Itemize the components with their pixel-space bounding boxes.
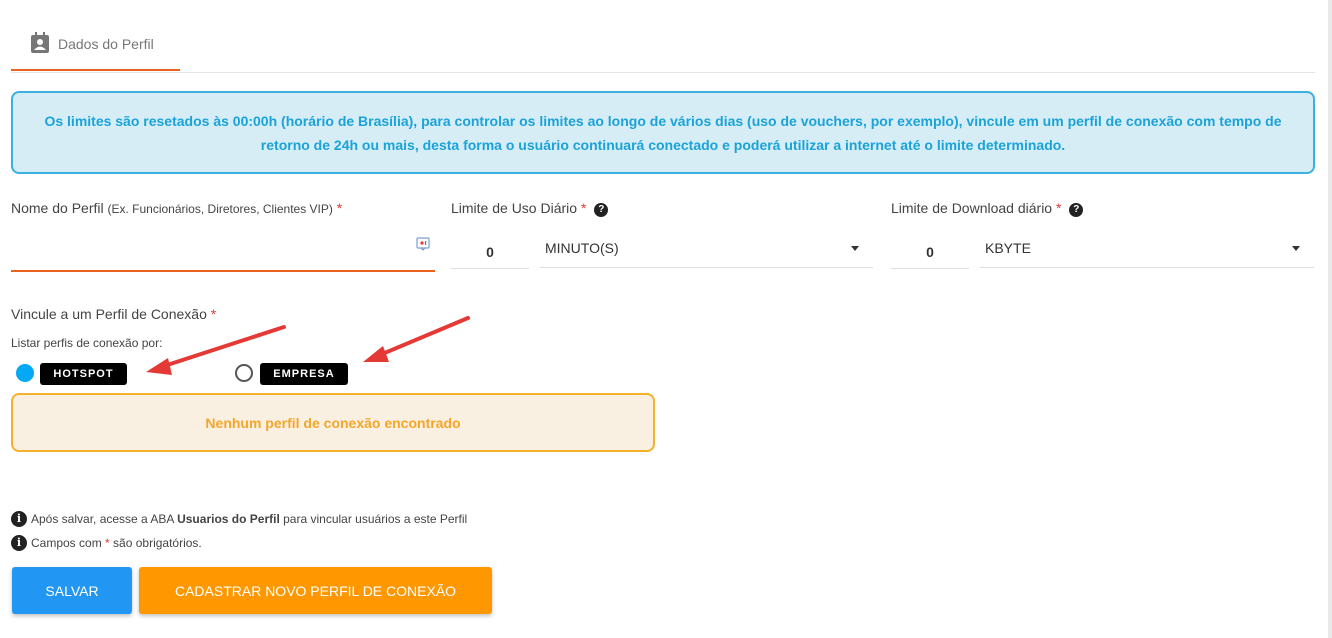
info-alert-text: Os limites são resetados às 00:00h (horá… bbox=[44, 112, 1282, 153]
daily-download-unit-select[interactable]: KBYTE bbox=[980, 234, 1314, 268]
info-icon: i bbox=[11, 535, 27, 551]
daily-download-unit-value: KBYTE bbox=[985, 240, 1031, 256]
required-marker: * bbox=[1055, 200, 1062, 216]
daily-download-input[interactable] bbox=[891, 235, 969, 269]
daily-download-label: Limite de Download diário * ? bbox=[891, 200, 1084, 217]
daily-usage-label: Limite de Uso Diário * ? bbox=[451, 200, 609, 217]
tab-profile-data[interactable]: Dados do Perfil bbox=[11, 24, 180, 71]
note-text: Após salvar, acesse a ABA bbox=[31, 512, 178, 526]
autofill-icon[interactable] bbox=[416, 237, 430, 251]
link-profile-label-text: Vincule a um Perfil de Conexão bbox=[11, 306, 207, 322]
daily-usage-unit-select[interactable]: MINUTO(S) bbox=[540, 234, 873, 268]
radio-hotspot[interactable] bbox=[16, 364, 34, 382]
note-text: são obrigatórios. bbox=[109, 536, 202, 550]
note-text: Campos com bbox=[31, 536, 106, 550]
new-connection-profile-button[interactable]: CADASTRAR NOVO PERFIL DE CONEXÃO bbox=[139, 567, 492, 614]
daily-download-label-text: Limite de Download diário bbox=[891, 200, 1053, 216]
profile-name-label: Nome do Perfil (Ex. Funcionários, Direto… bbox=[11, 200, 342, 216]
info-alert: Os limites são resetados às 00:00h (horá… bbox=[11, 91, 1315, 174]
arrow-to-empresa bbox=[363, 316, 470, 362]
list-by-label: Listar perfis de conexão por: bbox=[11, 336, 163, 350]
help-icon[interactable]: ? bbox=[594, 203, 609, 217]
hotspot-chip[interactable]: HOTSPOT bbox=[40, 363, 127, 385]
daily-usage-label-text: Limite de Uso Diário bbox=[451, 200, 578, 216]
contact-card-icon bbox=[30, 32, 50, 54]
required-marker: * bbox=[336, 200, 343, 216]
radio-empresa[interactable] bbox=[235, 364, 253, 382]
empresa-chip[interactable]: EMPRESA bbox=[260, 363, 348, 385]
note-bold-text: Usuarios do Perfil bbox=[177, 512, 280, 526]
note-required-fields: i Campos com * são obrigatórios. bbox=[11, 535, 202, 551]
empty-profiles-text: Nenhum perfil de conexão encontrado bbox=[205, 414, 461, 431]
profile-name-label-text: Nome do Perfil bbox=[11, 200, 104, 216]
profile-name-hint: (Ex. Funcionários, Diretores, Clientes V… bbox=[107, 202, 333, 216]
note-after-save: i Após salvar, acesse a ABA Usuarios do … bbox=[11, 511, 467, 527]
help-icon[interactable]: ? bbox=[1069, 203, 1084, 217]
required-marker: * bbox=[580, 200, 587, 216]
info-icon: i bbox=[11, 511, 27, 527]
tab-divider bbox=[11, 72, 1315, 73]
profile-name-input[interactable] bbox=[11, 228, 435, 272]
daily-usage-input[interactable] bbox=[451, 235, 529, 269]
save-button[interactable]: SALVAR bbox=[12, 567, 132, 614]
chevron-down-icon bbox=[1292, 246, 1300, 251]
empty-profiles-alert: Nenhum perfil de conexão encontrado bbox=[11, 393, 655, 452]
chevron-down-icon bbox=[851, 246, 859, 251]
note-text: para vincular usuários a este Perfil bbox=[279, 512, 468, 526]
tab-label: Dados do Perfil bbox=[58, 36, 154, 52]
daily-usage-unit-value: MINUTO(S) bbox=[545, 240, 619, 256]
link-profile-label: Vincule a um Perfil de Conexão * bbox=[11, 306, 216, 322]
required-marker: * bbox=[210, 306, 217, 322]
scrollbar-edge bbox=[1328, 0, 1332, 638]
